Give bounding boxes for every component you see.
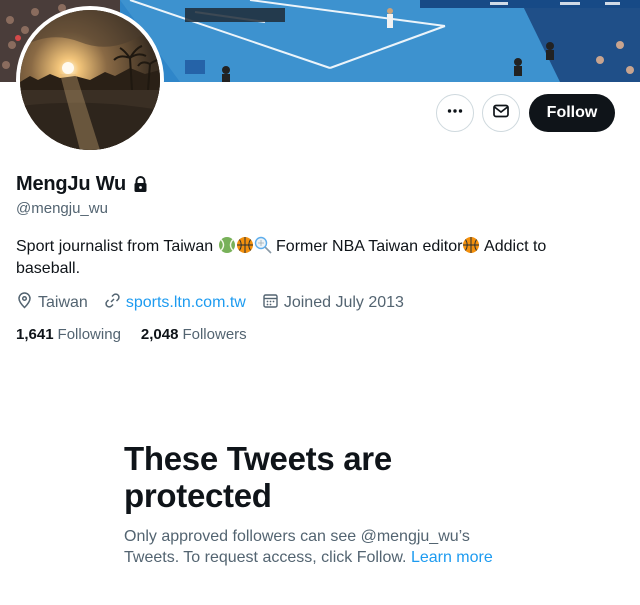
display-name: MengJu Wu bbox=[16, 173, 127, 195]
envelope-icon bbox=[492, 102, 510, 125]
followers-count-link[interactable]: 2,048 Followers bbox=[141, 326, 247, 343]
join-date-text: Joined July 2013 bbox=[283, 294, 404, 311]
more-button[interactable] bbox=[436, 94, 474, 132]
protected-body: Only approved followers can see @mengju_… bbox=[124, 526, 524, 568]
basketball-icon bbox=[236, 236, 254, 254]
protected-title: These Tweets are protected bbox=[124, 440, 392, 514]
protected-notice: These Tweets are protected Only approved… bbox=[124, 440, 524, 568]
following-label: Following bbox=[57, 326, 121, 343]
following-count-link[interactable]: 1,641 Following bbox=[16, 326, 121, 343]
tennis-ball-icon bbox=[218, 236, 236, 254]
website: sports.ltn.com.tw bbox=[104, 292, 246, 314]
join-date: Joined July 2013 bbox=[262, 292, 404, 314]
location-text: Taiwan bbox=[38, 294, 88, 311]
calendar-icon bbox=[262, 292, 284, 314]
website-link[interactable]: sports.ltn.com.tw bbox=[126, 294, 246, 312]
location: Taiwan bbox=[16, 292, 88, 314]
bio-text-mid: Former NBA Taiwan editor bbox=[276, 238, 463, 255]
following-count: 1,641 bbox=[16, 326, 54, 343]
message-button[interactable] bbox=[482, 94, 520, 132]
bio-text-start: Sport journalist from Taiwan bbox=[16, 238, 214, 255]
more-horizontal-icon bbox=[446, 102, 464, 125]
follow-counts: 1,641 Following 2,048 Followers bbox=[16, 326, 267, 343]
profile-name-row: MengJu Wu bbox=[16, 173, 148, 196]
badminton-icon bbox=[254, 236, 272, 254]
profile-meta: Taiwan sports.ltn.com.tw Joined July 201… bbox=[16, 292, 420, 314]
lock-icon bbox=[133, 176, 148, 193]
profile-avatar[interactable] bbox=[16, 6, 164, 154]
profile-bio: Sport journalist from Taiwan Former NBA … bbox=[16, 236, 606, 280]
learn-more-link[interactable]: Learn more bbox=[411, 549, 493, 566]
follow-button[interactable]: Follow bbox=[529, 94, 615, 132]
profile-handle: @mengju_wu bbox=[16, 200, 108, 217]
basketball-icon bbox=[462, 236, 480, 254]
followers-label: Followers bbox=[182, 326, 247, 343]
link-icon bbox=[104, 292, 126, 314]
location-pin-icon bbox=[16, 292, 38, 314]
followers-count: 2,048 bbox=[140, 326, 179, 343]
